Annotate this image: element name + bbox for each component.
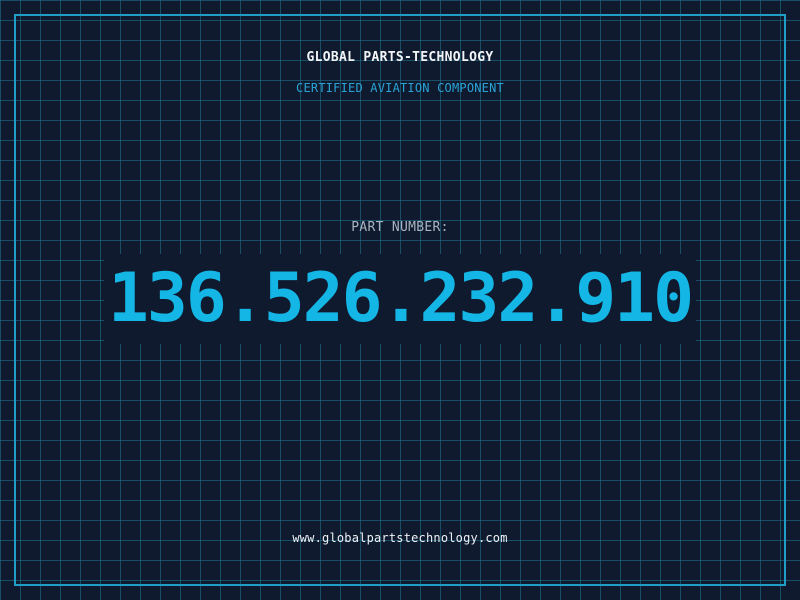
part-number-label: PART NUMBER: bbox=[351, 220, 449, 235]
website-url: www.globalpartstechnology.com bbox=[292, 531, 508, 545]
certification-tagline: CERTIFIED AVIATION COMPONENT bbox=[296, 81, 504, 95]
part-number-container: 136.526.232.910 bbox=[0, 254, 800, 344]
brand-title: GLOBAL PARTS-TECHNOLOGY bbox=[306, 50, 494, 65]
part-number-value: 136.526.232.910 bbox=[103, 254, 697, 344]
